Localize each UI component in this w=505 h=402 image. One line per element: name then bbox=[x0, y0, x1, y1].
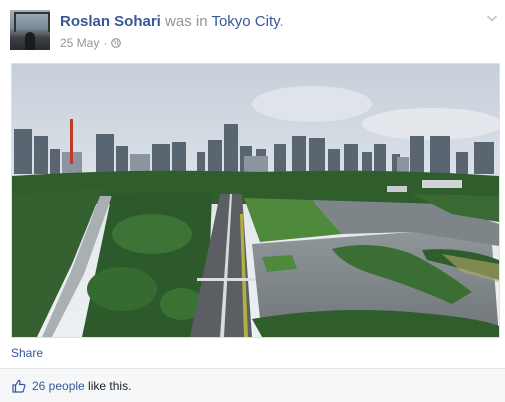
chevron-down-icon[interactable] bbox=[486, 12, 498, 24]
avatar-tower-shape bbox=[14, 12, 50, 32]
post-meta: 25 May · bbox=[60, 36, 122, 50]
post-date-link[interactable]: 25 May bbox=[60, 36, 99, 50]
post-header: Roslan Sohari was in Tokyo City. bbox=[60, 13, 284, 30]
checkin-connector-text: was in bbox=[160, 13, 212, 30]
tokyo-cityscape-image bbox=[12, 64, 499, 337]
globe-icon[interactable] bbox=[111, 38, 122, 48]
share-link[interactable]: Share bbox=[11, 346, 43, 360]
thumbs-up-icon[interactable] bbox=[12, 379, 26, 393]
place-suffix-text: . bbox=[279, 13, 284, 30]
feed-post: Roslan Sohari was in Tokyo City. 25 May … bbox=[0, 0, 505, 402]
avatar-person-shape bbox=[25, 32, 35, 50]
author-name-link[interactable]: Roslan Sohari bbox=[60, 13, 161, 30]
likes-count-link[interactable]: 26 people bbox=[32, 379, 85, 393]
likes-summary: 26 people like this. bbox=[32, 379, 131, 393]
post-photo[interactable] bbox=[11, 63, 500, 338]
place-link[interactable]: Tokyo City bbox=[211, 13, 279, 30]
likes-suffix-text: like this. bbox=[84, 378, 132, 393]
likes-bar: 26 people like this. bbox=[0, 368, 505, 402]
avatar[interactable] bbox=[10, 10, 50, 50]
meta-separator: · bbox=[103, 36, 108, 50]
